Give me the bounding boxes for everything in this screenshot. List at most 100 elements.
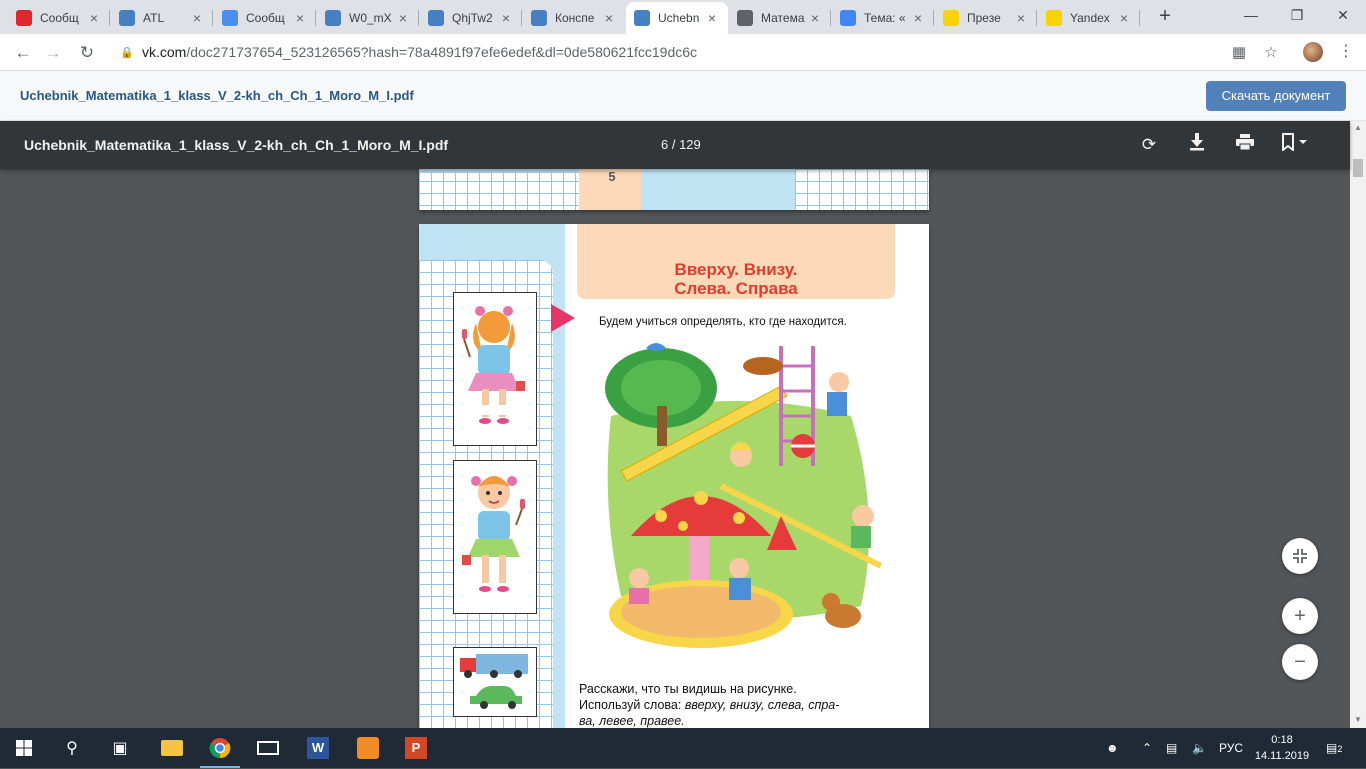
- address-bar[interactable]: 🔒 vk.com/doc271737654_523126565?hash=78a…: [110, 38, 1290, 66]
- profile-avatar[interactable]: [1303, 42, 1323, 62]
- page-indicator[interactable]: 6 / 129: [661, 137, 701, 152]
- tray-expand-icon[interactable]: ⌃: [1142, 728, 1152, 768]
- tab-title: Uchebn: [658, 11, 700, 25]
- globe-icon: [737, 10, 753, 26]
- bookmark-star-icon[interactable]: ☆: [1258, 40, 1284, 66]
- notifications-icon[interactable]: ▤2: [1326, 728, 1350, 768]
- maximize-button[interactable]: ❐: [1274, 0, 1320, 30]
- download-icon[interactable]: [1185, 133, 1209, 157]
- scroll-thumb[interactable]: [1353, 159, 1363, 177]
- browser-tab[interactable]: Матема ×: [729, 2, 831, 34]
- pdf-page-5: 5: [419, 169, 929, 210]
- download-document-button[interactable]: Скачать документ: [1206, 81, 1346, 111]
- close-tab-icon[interactable]: ×: [704, 10, 720, 26]
- powerpoint-icon[interactable]: P: [392, 728, 440, 768]
- close-window-button[interactable]: ✕: [1320, 0, 1366, 30]
- back-button[interactable]: ←: [10, 40, 36, 66]
- task-line1: Расскажи, что ты видишь на рисунке.: [579, 682, 797, 696]
- url-text: vk.com/doc271737654_523126565?hash=78a48…: [142, 44, 698, 60]
- start-button[interactable]: [0, 728, 48, 768]
- tab-title: Сообщ: [246, 11, 285, 25]
- network-icon[interactable]: ▤: [1166, 728, 1177, 768]
- browser-tab[interactable]: QhjTw2 ×: [420, 2, 522, 34]
- browser-toolbar: ← → ↻ 🔒 vk.com/doc271737654_523126565?ha…: [0, 34, 1366, 71]
- browser-tab[interactable]: Uchebn ×: [626, 2, 728, 34]
- girl-back-illustration: [453, 292, 537, 446]
- search-icon[interactable]: ⚲: [48, 728, 96, 768]
- vk-icon: [531, 10, 547, 26]
- close-tab-icon[interactable]: ×: [807, 10, 823, 26]
- people-icon[interactable]: ☻: [1106, 728, 1119, 768]
- grid-pattern: [795, 169, 929, 210]
- windows-taskbar: ⚲ ▣ W P ☻ ⌃ ▤ 🔈 РУС 0:18 14.11.2019 ▤2: [0, 728, 1366, 768]
- tab-title: ATL: [143, 11, 165, 25]
- language-indicator[interactable]: РУС: [1219, 728, 1243, 768]
- browser-menu-icon[interactable]: ⋮: [1336, 40, 1356, 64]
- vk-icon: [428, 10, 444, 26]
- close-tab-icon[interactable]: ×: [1116, 10, 1132, 26]
- doc-title-link[interactable]: Uchebnik_Matematika_1_klass_V_2-kh_ch_Ch…: [20, 88, 414, 103]
- new-tab-button[interactable]: +: [1154, 6, 1176, 28]
- tab-title: Сообщ: [40, 11, 79, 25]
- bookmark-icon[interactable]: [1281, 133, 1307, 157]
- close-tab-icon[interactable]: ×: [292, 10, 308, 26]
- scroll-down-icon[interactable]: ▼: [1350, 715, 1366, 724]
- forward-button[interactable]: →: [40, 40, 66, 66]
- clock[interactable]: 0:18 14.11.2019: [1252, 732, 1312, 764]
- tab-title: Матема: [761, 11, 805, 25]
- close-tab-icon[interactable]: ×: [395, 10, 411, 26]
- tab-strip: Сообщ × ATL × Сообщ × W0_mX × QhjTw2 × Конспе × Uche…: [0, 0, 1366, 34]
- rotate-icon[interactable]: ⟳: [1137, 133, 1161, 157]
- browser-tab[interactable]: Yandex ×: [1038, 2, 1140, 34]
- pdf-toolbar: Uchebnik_Matematika_1_klass_V_2-kh_ch_Ch…: [0, 121, 1350, 169]
- lock-icon: 🔒: [120, 46, 134, 59]
- pdf-page-6: Вверху. Внизу. Слева. Справа Будем учить…: [419, 224, 929, 728]
- print-icon[interactable]: [1233, 133, 1257, 157]
- margin-column: [419, 224, 565, 728]
- task-view-icon[interactable]: ▣: [96, 728, 144, 768]
- lesson-lead-text: Будем учиться определять, кто где находи…: [599, 316, 847, 328]
- browser-tab[interactable]: Сообщ ×: [214, 2, 316, 34]
- zoom-in-button[interactable]: +: [1282, 598, 1318, 634]
- pdf-file-name: Uchebnik_Matematika_1_klass_V_2-kh_ch_Ch…: [24, 137, 449, 153]
- mail-icon[interactable]: [244, 728, 292, 768]
- close-tab-icon[interactable]: ×: [1013, 10, 1029, 26]
- pdf-viewer[interactable]: 5 Вверху. Внизу. Слева. Справа Будем учи…: [0, 169, 1350, 728]
- volume-icon[interactable]: 🔈: [1192, 728, 1207, 768]
- browser-tab[interactable]: Презе ×: [935, 2, 1037, 34]
- tab-title: Презе: [967, 11, 1001, 25]
- close-tab-icon[interactable]: ×: [86, 10, 102, 26]
- zoom-out-button[interactable]: −: [1282, 644, 1318, 680]
- scroll-up-icon[interactable]: ▲: [1350, 123, 1366, 132]
- lesson-title-line1: Вверху. Внизу.: [674, 260, 798, 279]
- vk-icon: [325, 10, 341, 26]
- file-explorer-icon[interactable]: [148, 728, 196, 768]
- chrome-taskbar-icon[interactable]: [196, 728, 244, 768]
- vk-doc-header: Uchebnik_Matematika_1_klass_V_2-kh_ch_Ch…: [0, 71, 1366, 121]
- yandex-icon: [1046, 10, 1062, 26]
- browser-tab[interactable]: ATL ×: [111, 2, 213, 34]
- translate-icon[interactable]: ▦: [1226, 40, 1252, 66]
- browser-tab[interactable]: Сообщ ×: [8, 2, 110, 34]
- girl-front-illustration: [453, 460, 537, 614]
- tab-title: W0_mX: [349, 11, 392, 25]
- tab-title: Тема: «: [864, 11, 906, 25]
- tab-title: Yandex: [1070, 11, 1110, 25]
- page-scrollbar[interactable]: ▲ ▼: [1350, 121, 1366, 728]
- fit-page-button[interactable]: [1282, 538, 1318, 574]
- close-tab-icon[interactable]: ×: [498, 10, 514, 26]
- browser-tab[interactable]: Конспе ×: [523, 2, 625, 34]
- lesson-title-line2: Слева. Справа: [674, 279, 798, 298]
- reload-button[interactable]: ↻: [74, 40, 100, 66]
- word-icon[interactable]: W: [294, 728, 342, 768]
- close-tab-icon[interactable]: ×: [189, 10, 205, 26]
- video-icon: [119, 10, 135, 26]
- browser-tab[interactable]: W0_mX ×: [317, 2, 419, 34]
- task-line3: ва, левее, правее.: [579, 714, 685, 728]
- close-tab-icon[interactable]: ×: [910, 10, 926, 26]
- lesson-title: Вверху. Внизу. Слева. Справа: [577, 260, 895, 298]
- close-tab-icon[interactable]: ×: [601, 10, 617, 26]
- pdf-app-icon[interactable]: [344, 728, 392, 768]
- browser-tab[interactable]: Тема: « ×: [832, 2, 934, 34]
- minimize-button[interactable]: —: [1228, 0, 1274, 30]
